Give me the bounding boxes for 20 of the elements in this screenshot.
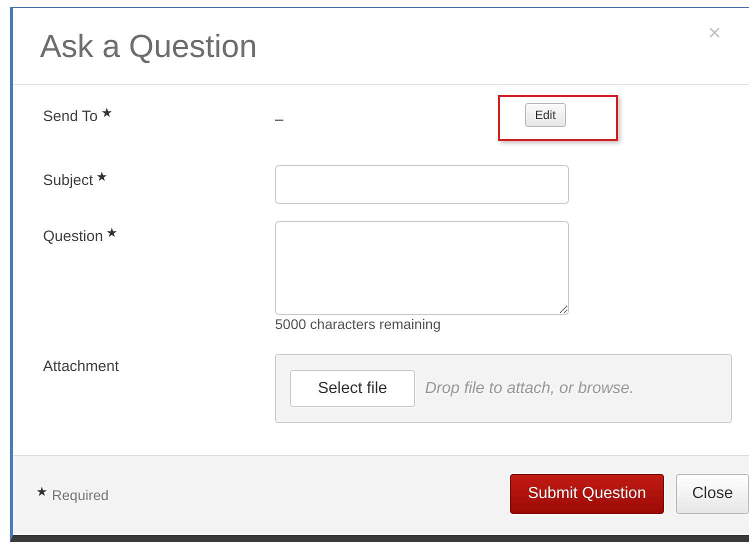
field-label: Question $^{★}$ [43,224,120,245]
edit-button[interactable]: Edit [525,103,566,127]
character-counter: 5000 characters remaining [275,316,442,332]
close-button[interactable]: Close [676,474,749,514]
required-mark: ★ [96,169,108,184]
required-mark: ★ [36,484,48,499]
required-note: Required [52,487,109,503]
required-mark: ★ [106,225,118,240]
field-label: Subject $^{★}$ [43,168,110,189]
text-area[interactable] [275,221,569,315]
file-dropzone[interactable]: Select file Drop file to attach, or browse. [275,354,732,423]
submit-button[interactable]: Submit Question [510,474,664,514]
field-label: Send To $^{★}$ [43,105,114,125]
dialog-title: Ask a Question [40,28,257,64]
dropzone-hint: Drop file to attach, or browse. [425,380,634,398]
field-value: – [275,110,284,128]
field-label: Attachment [43,357,120,375]
input-field[interactable] [275,165,569,204]
required-mark: ★ [100,105,113,120]
select-file-button[interactable]: Select file [290,370,415,407]
